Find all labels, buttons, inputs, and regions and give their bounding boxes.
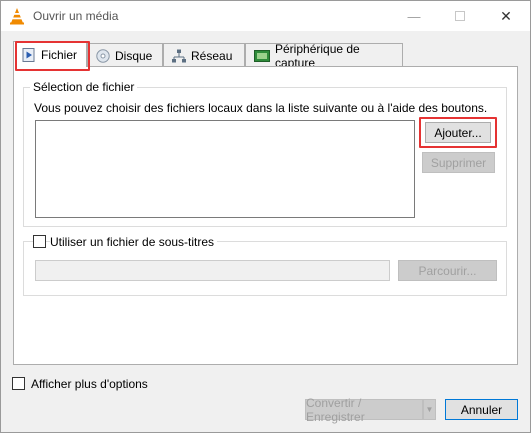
subtitles-checkbox[interactable] (33, 235, 46, 248)
network-icon (172, 49, 186, 63)
maximize-button[interactable] (437, 1, 483, 31)
open-media-dialog: Ouvrir un média — ✕ Fichier Disque Résea… (0, 0, 531, 433)
file-selection-description: Vous pouvez choisir des fichiers locaux … (34, 101, 488, 115)
more-options-checkbox[interactable] (12, 377, 25, 390)
subtitles-checkbox-label: Utiliser un fichier de sous-titres (50, 235, 218, 249)
cancel-button[interactable]: Annuler (445, 399, 518, 420)
tab-reseau[interactable]: Réseau (163, 43, 245, 67)
vlc-cone-icon (9, 7, 25, 25)
add-file-button[interactable]: Ajouter... (425, 122, 491, 143)
tab-label: Réseau (191, 48, 233, 63)
subtitle-file-field[interactable] (35, 260, 390, 281)
close-button[interactable]: ✕ (483, 1, 529, 31)
file-list[interactable] (35, 120, 415, 218)
browse-subtitle-button[interactable]: Parcourir... (398, 260, 497, 281)
minimize-button[interactable]: — (391, 1, 437, 31)
tab-disque[interactable]: Disque (87, 43, 163, 67)
tab-panel-fichier: Sélection de fichier Vous pouvez choisir… (13, 66, 518, 365)
more-options-label: Afficher plus d'options (31, 377, 148, 391)
tab-peripherique-capture[interactable]: Périphérique de capture (245, 42, 403, 70)
window-title: Ouvrir un média (33, 9, 119, 23)
maximize-icon (455, 11, 465, 21)
group-title: Sélection de fichier (30, 80, 138, 94)
disc-icon (96, 48, 110, 63)
tab-fichier[interactable]: Fichier (13, 41, 87, 67)
convert-dropdown-arrow[interactable]: ▼ (423, 399, 436, 420)
convert-save-button[interactable]: Convertir / Enregistrer (305, 396, 423, 424)
tab-label: Disque (115, 48, 153, 63)
title-bar: Ouvrir un média — ✕ (1, 1, 530, 31)
tab-label: Fichier (41, 47, 78, 62)
capture-device-icon (254, 49, 270, 63)
play-file-icon (22, 47, 36, 62)
remove-file-button[interactable]: Supprimer (422, 152, 495, 173)
